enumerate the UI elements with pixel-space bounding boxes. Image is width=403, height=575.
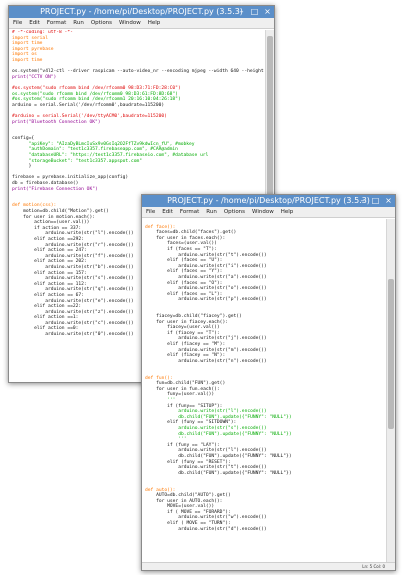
menu-edit[interactable]: Edit bbox=[162, 207, 173, 217]
menu-options[interactable]: Options bbox=[224, 207, 245, 217]
code-line[interactable]: os.system("v4l2-ctl --driver raspicam --… bbox=[9, 69, 266, 75]
vertical-scrollbar[interactable] bbox=[386, 219, 395, 562]
menu-run[interactable]: Run bbox=[73, 18, 84, 28]
menu-bar: File Edit Format Run Options Window Help bbox=[9, 18, 274, 29]
menu-window[interactable]: Window bbox=[119, 18, 141, 28]
status-bar: Ln: 5 Col: 0 bbox=[142, 562, 395, 570]
maximize-icon[interactable]: □ bbox=[371, 195, 380, 207]
menu-help[interactable]: Help bbox=[148, 18, 161, 28]
close-icon[interactable]: × bbox=[263, 6, 272, 18]
window-controls: – □ × bbox=[358, 195, 393, 207]
menu-edit[interactable]: Edit bbox=[29, 18, 40, 28]
minimize-icon[interactable]: – bbox=[237, 6, 246, 18]
menu-format[interactable]: Format bbox=[47, 18, 66, 28]
menu-run[interactable]: Run bbox=[206, 207, 217, 217]
code-line[interactable]: arduino.write(str("d").encode()) bbox=[142, 527, 387, 533]
window-title: PROJECT.py - /home/pi/Desktop/PROJECT.py… bbox=[167, 196, 370, 205]
code-editor[interactable]: def face(): faces=db.child("faces").get(… bbox=[142, 219, 387, 562]
menu-bar: File Edit Format Run Options Window Help bbox=[142, 207, 395, 218]
menu-help[interactable]: Help bbox=[281, 207, 294, 217]
menu-options[interactable]: Options bbox=[91, 18, 112, 28]
title-bar[interactable]: PROJECT.py - /home/pi/Desktop/PROJECT.py… bbox=[142, 195, 395, 207]
cursor-position: Ln: 5 Col: 0 bbox=[362, 564, 385, 569]
window-controls: – □ × bbox=[237, 6, 272, 18]
close-icon[interactable]: × bbox=[384, 195, 393, 207]
menu-format[interactable]: Format bbox=[180, 207, 199, 217]
scrollbar-thumb[interactable] bbox=[388, 279, 394, 429]
title-bar[interactable]: PROJECT.py - /home/pi/Desktop/PROJECT.py… bbox=[9, 6, 274, 18]
menu-file[interactable]: File bbox=[146, 207, 155, 217]
maximize-icon[interactable]: □ bbox=[250, 6, 259, 18]
menu-window[interactable]: Window bbox=[252, 207, 274, 217]
scrollbar-thumb[interactable] bbox=[267, 36, 273, 216]
editor-window-front: PROJECT.py - /home/pi/Desktop/PROJECT.py… bbox=[141, 194, 396, 571]
menu-file[interactable]: File bbox=[13, 18, 22, 28]
minimize-icon[interactable]: – bbox=[358, 195, 367, 207]
window-title: PROJECT.py - /home/pi/Desktop/PROJECT.py… bbox=[40, 7, 243, 16]
